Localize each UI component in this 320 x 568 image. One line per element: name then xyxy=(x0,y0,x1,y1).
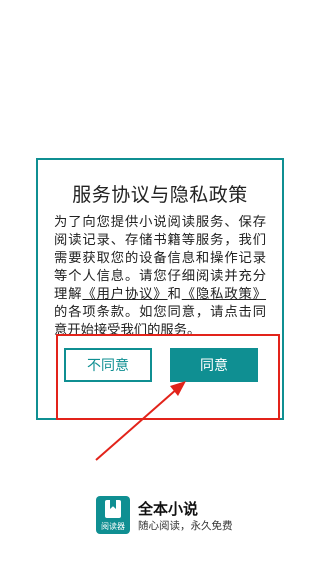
app-logo-caption: 阅读器 xyxy=(101,522,125,531)
app-name: 全本小说 xyxy=(138,500,199,518)
pointer-arrow-icon xyxy=(95,381,186,461)
book-icon xyxy=(105,500,121,518)
app-slogan: 随心阅读，永久免费 xyxy=(138,520,233,532)
app-logo-icon: 阅读器 xyxy=(96,496,130,534)
